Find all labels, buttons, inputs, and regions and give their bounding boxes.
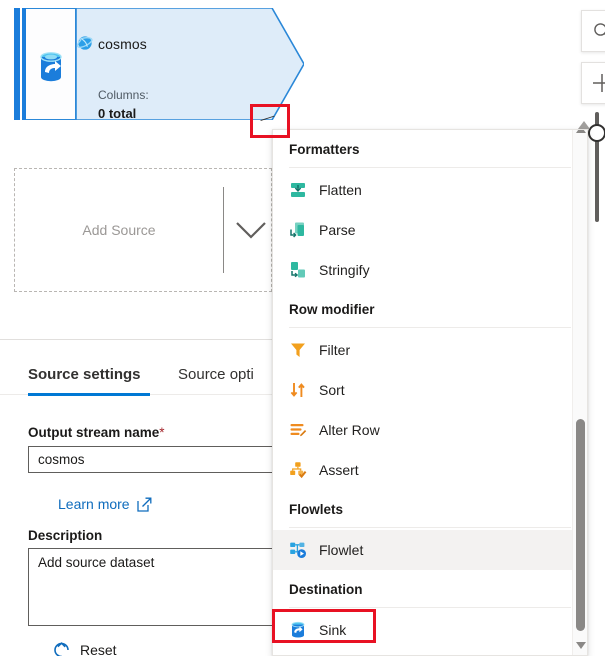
add-source-box[interactable]: Add Source — [14, 168, 272, 292]
add-transformation-menu: Formatters Flatten Parse Stringify Row modif… — [272, 129, 588, 656]
add-source-label: Add Source — [82, 222, 156, 238]
output-stream-name-label: Output stream name* — [28, 425, 165, 440]
output-stream-name-input[interactable] — [28, 446, 280, 473]
menu-scroll-thumb[interactable] — [576, 419, 585, 631]
tab-source-options[interactable]: Source opti — [178, 353, 254, 395]
menu-item-parse[interactable]: Parse — [273, 210, 587, 250]
reset-label: Reset — [80, 642, 117, 656]
menu-item-label: Alter Row — [319, 422, 380, 438]
chevron-down-icon[interactable] — [229, 169, 273, 291]
source-database-icon — [40, 52, 62, 82]
learn-more-link[interactable]: Learn more — [58, 496, 152, 512]
menu-item-label: Stringify — [319, 262, 370, 278]
description-label: Description — [28, 528, 103, 543]
search-icon — [594, 23, 605, 36]
node-accent-bar-outer — [14, 8, 20, 120]
filter-icon — [289, 341, 307, 359]
flowlet-icon — [289, 541, 307, 559]
reset-icon — [54, 642, 69, 656]
menu-scroll-down-arrow[interactable] — [576, 642, 586, 649]
menu-scrollbar[interactable] — [572, 130, 587, 655]
menu-group-divider — [289, 527, 571, 528]
external-link-icon — [136, 497, 152, 512]
menu-item-label: Assert — [319, 462, 359, 478]
active-tab-underline — [28, 393, 150, 396]
menu-group-title: Flowlets — [289, 502, 344, 517]
menu-group-divider — [289, 607, 571, 608]
required-asterisk: * — [159, 425, 165, 440]
node-columns-label: Columns: — [98, 88, 149, 102]
parse-icon — [289, 221, 307, 239]
menu-group-title: Destination — [289, 582, 363, 597]
menu-item-alter-row[interactable]: Alter Row — [273, 410, 587, 450]
add-button[interactable] — [581, 62, 605, 104]
stringify-icon — [289, 261, 307, 279]
azure-cosmos-db-icon — [76, 36, 93, 50]
sink-icon — [289, 621, 307, 639]
menu-item-sink[interactable]: Sink — [273, 610, 587, 650]
zoom-slider-knob[interactable] — [588, 124, 605, 142]
menu-item-label: Sink — [319, 622, 347, 638]
node-title: cosmos — [98, 36, 147, 52]
reset-button[interactable]: Reset — [52, 640, 117, 656]
learn-more-label: Learn more — [58, 496, 130, 512]
plus-icon — [593, 74, 605, 92]
menu-item-sort[interactable]: Sort — [273, 370, 587, 410]
menu-content: Formatters Flatten Parse Stringify Row modif… — [273, 130, 587, 650]
menu-group-title: Formatters — [289, 142, 360, 157]
assert-icon — [289, 461, 307, 479]
sort-icon — [289, 381, 307, 399]
menu-group-divider — [289, 327, 571, 328]
menu-item-label: Filter — [319, 342, 351, 358]
add-source-divider — [223, 187, 224, 273]
menu-item-label: Flowlet — [319, 542, 364, 558]
canvas-scroll-up-arrow[interactable] — [578, 121, 590, 129]
tab-source-settings[interactable]: Source settings — [28, 353, 141, 395]
app-root: cosmos Columns: 0 total ╱ Add Source Sou… — [0, 0, 605, 656]
menu-item-flatten[interactable]: Flatten — [273, 170, 587, 210]
source-node-cosmos[interactable]: cosmos Columns: 0 total — [14, 8, 304, 121]
search-button[interactable] — [581, 10, 605, 52]
menu-item-filter[interactable]: Filter — [273, 330, 587, 370]
menu-item-label: Parse — [319, 222, 356, 238]
menu-item-flowlet[interactable]: Flowlet — [273, 530, 587, 570]
menu-item-assert[interactable]: Assert — [273, 450, 587, 490]
menu-item-label: Sort — [319, 382, 345, 398]
menu-group-title: Row modifier — [289, 302, 375, 317]
node-columns-value: 0 total — [98, 106, 137, 121]
menu-scroll-up-arrow[interactable] — [576, 130, 586, 133]
menu-item-stringify[interactable]: Stringify — [273, 250, 587, 290]
menu-item-label: Flatten — [319, 182, 362, 198]
menu-group-divider — [289, 167, 571, 168]
flatten-icon — [289, 181, 307, 199]
output-stream-name-label-text: Output stream name — [28, 425, 160, 440]
alter-row-icon — [289, 421, 307, 439]
description-textarea[interactable] — [28, 548, 280, 626]
